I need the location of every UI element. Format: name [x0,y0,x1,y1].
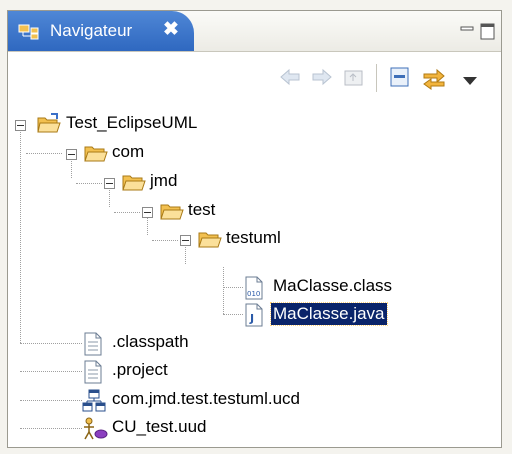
tree-item-file[interactable]: com.jmd.test.testuml.ucd [82,388,382,416]
tree-connector [76,183,102,184]
tree-connector [223,314,243,315]
back-arrow-icon[interactable] [278,65,302,94]
tree-item-label: .project [112,360,168,379]
resource-tree: Test_EclipseUML com jmd test testuml 010… [8,105,501,445]
tree-connector [20,371,82,372]
view-menu-icon[interactable] [463,73,477,91]
tree-connector [26,153,62,154]
tree-item-folder[interactable]: jmd [104,170,214,198]
tree-item-label: jmd [150,171,178,190]
toolbar-separator [376,64,377,92]
tree-item-file[interactable]: CU_test.uud [82,416,282,444]
tree-item-label: .classpath [112,332,189,351]
tree-item-label: CU_test.uud [112,417,207,436]
open-folder-icon [198,229,222,254]
tree-connector [20,428,82,429]
tree-item-file[interactable]: .classpath [82,331,242,359]
use-case-diagram-icon [82,417,108,446]
tree-connector [20,400,82,401]
tree-item-file[interactable]: J MaClasse.java [243,302,433,330]
tree-connector [152,240,178,241]
tree-item-folder[interactable]: test [142,199,252,227]
collapse-toggle-icon[interactable] [15,120,26,131]
tree-item-folder[interactable]: com [66,141,186,169]
close-icon[interactable]: ✖ [163,18,179,41]
svg-text:J: J [249,312,254,325]
link-with-editor-icon[interactable] [421,65,447,96]
navigator-view: Navigateur ✖ Test_EclipseUML com jmd tes… [7,10,502,448]
tree-connector [223,287,243,288]
tree-item-label: com.jmd.test.testuml.ucd [112,389,301,408]
tree-connector [114,212,140,213]
text-file-icon [82,332,104,361]
tree-item-label: com [112,142,145,161]
collapse-toggle-icon[interactable] [142,207,153,218]
collapse-toggle-icon[interactable] [104,178,115,189]
tree-item-label-selected: MaClasse.java [270,302,388,326]
tree-item-label: Test_EclipseUML [66,113,198,132]
tree-connector [20,124,21,343]
forward-arrow-icon[interactable] [310,65,334,94]
class-file-icon: 010 [243,276,265,305]
svg-text:010: 010 [247,290,260,298]
class-diagram-icon [82,389,106,418]
navigator-icon [18,23,44,46]
tree-item-label: MaClasse.class [273,276,393,295]
view-titlebar: Navigateur ✖ [8,11,501,52]
tree-item-file[interactable]: 010 MaClasse.class [243,275,433,303]
open-folder-icon [160,201,184,226]
open-folder-icon [122,172,146,197]
maximize-icon[interactable] [480,23,496,46]
tree-item-project[interactable]: Test_EclipseUML [15,112,255,140]
up-folder-icon[interactable] [342,65,366,94]
java-file-icon: J [243,303,265,332]
view-title: Navigateur [50,21,133,40]
tree-item-label: test [188,200,216,219]
view-toolbar [8,52,501,104]
tab-navigateur[interactable]: Navigateur ✖ [8,11,194,51]
project-folder-icon [37,112,61,139]
collapse-toggle-icon[interactable] [66,149,77,160]
collapse-all-icon[interactable] [388,65,412,94]
open-folder-icon [84,143,108,168]
tree-item-label: testuml [226,228,281,247]
tree-item-file[interactable]: .project [82,359,242,387]
collapse-toggle-icon[interactable] [180,235,191,246]
tree-item-folder[interactable]: testuml [180,227,320,255]
tree-connector [20,343,82,344]
minimize-icon[interactable] [460,23,474,42]
text-file-icon [82,360,104,389]
tree-connector [223,267,224,314]
